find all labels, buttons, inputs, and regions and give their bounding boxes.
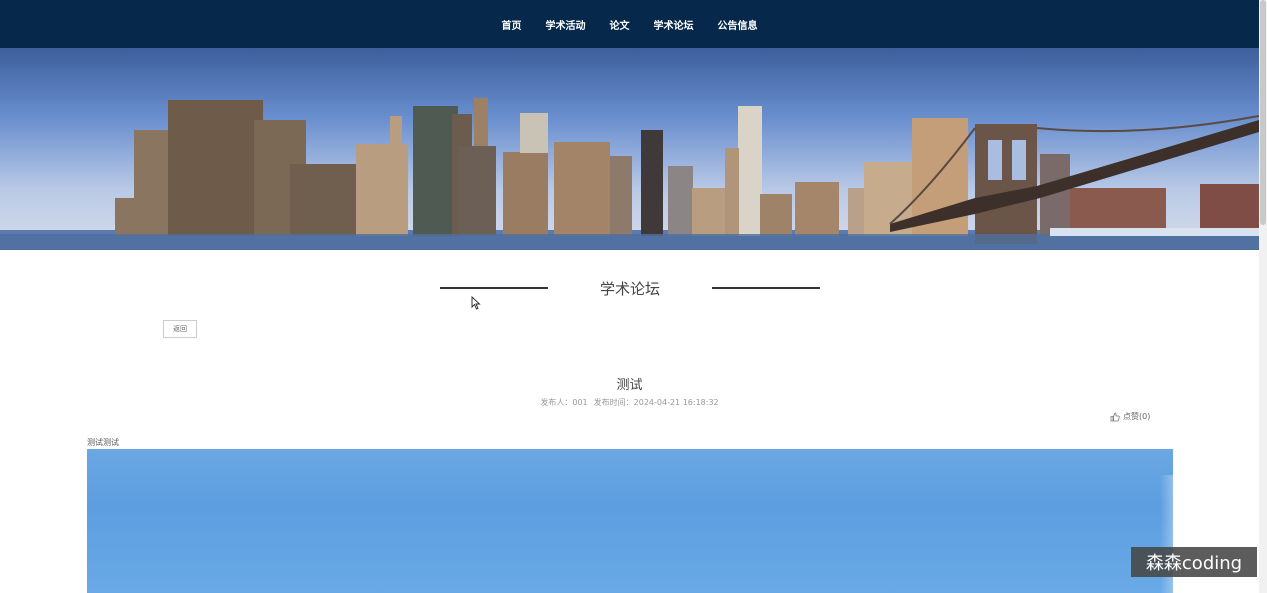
nav-item-academic-activities[interactable]: 学术活动 xyxy=(546,17,586,32)
mouse-pointer-icon xyxy=(471,296,481,310)
nav-item-home[interactable]: 首页 xyxy=(502,17,522,32)
top-navigation-bar: 首页 学术活动 论文 学术论坛 公告信息 xyxy=(0,0,1259,48)
post-meta: 发布人：001 发布时间：2024-04-21 16:18:32 xyxy=(0,397,1259,408)
post-time: 发布时间：2024-04-21 16:18:32 xyxy=(593,398,719,407)
nav-item-papers[interactable]: 论文 xyxy=(610,17,630,32)
skyline-illustration xyxy=(0,98,1259,250)
nav-item-announcements[interactable]: 公告信息 xyxy=(718,17,758,32)
post-title: 测试 xyxy=(616,378,643,393)
main-nav: 首页 学术活动 论文 学术论坛 公告信息 xyxy=(0,0,1259,48)
post-author: 发布人：001 xyxy=(540,398,588,407)
scrollbar-thumb[interactable] xyxy=(1260,0,1266,225)
city-skyline-banner xyxy=(0,48,1259,250)
like-count-label: 点赞(0) xyxy=(1123,412,1151,421)
thumbs-up-icon xyxy=(1110,412,1120,421)
watermark-overlay: 森森coding xyxy=(1131,547,1257,577)
heading-right-rule xyxy=(712,287,820,289)
nav-item-academic-forum[interactable]: 学术论坛 xyxy=(654,17,694,32)
back-button[interactable]: 返回 xyxy=(163,320,197,338)
section-heading: 学术论坛 xyxy=(440,278,820,302)
post-content-text: 测试测试 xyxy=(87,438,119,447)
like-button[interactable]: 点赞(0) xyxy=(1110,411,1150,422)
post-content-image xyxy=(87,449,1173,593)
